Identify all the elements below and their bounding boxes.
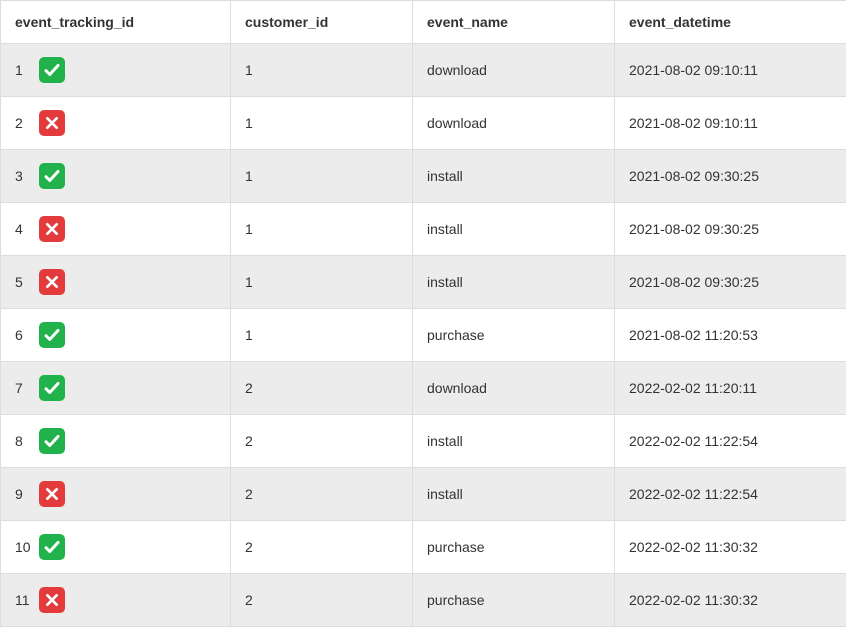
cell-event-name: install — [413, 468, 615, 521]
cell-event-tracking-id: 3 — [1, 150, 231, 203]
cell-event-datetime: 2022-02-02 11:20:11 — [615, 362, 846, 415]
table-row: 6 1purchase2021-08-02 11:20:53 — [1, 309, 846, 362]
cell-event-tracking-id: 1 — [1, 44, 231, 97]
row-id: 10 — [15, 539, 33, 555]
cell-event-tracking-id: 10 — [1, 521, 231, 574]
row-id: 6 — [15, 327, 33, 343]
cell-customer-id: 2 — [231, 521, 413, 574]
cell-event-datetime: 2021-08-02 09:30:25 — [615, 203, 846, 256]
cell-event-tracking-id: 11 — [1, 574, 231, 627]
cell-event-tracking-id: 5 — [1, 256, 231, 309]
cell-event-datetime: 2022-02-02 11:30:32 — [615, 521, 846, 574]
check-icon — [39, 322, 65, 348]
cell-event-tracking-id: 9 — [1, 468, 231, 521]
table-header-row: event_tracking_id customer_id event_name… — [1, 1, 846, 44]
cell-event-datetime: 2022-02-02 11:22:54 — [615, 415, 846, 468]
cross-icon — [39, 587, 65, 613]
cell-customer-id: 1 — [231, 203, 413, 256]
col-header-event-datetime: event_datetime — [615, 1, 846, 44]
cell-event-name: install — [413, 415, 615, 468]
cell-event-name: purchase — [413, 309, 615, 362]
row-id: 3 — [15, 168, 33, 184]
row-id: 2 — [15, 115, 33, 131]
table-row: 9 2install2022-02-02 11:22:54 — [1, 468, 846, 521]
cell-event-name: download — [413, 362, 615, 415]
table-row: 3 1install2021-08-02 09:30:25 — [1, 150, 846, 203]
cell-event-tracking-id: 6 — [1, 309, 231, 362]
cell-event-tracking-id: 4 — [1, 203, 231, 256]
cell-event-name: install — [413, 203, 615, 256]
cell-event-datetime: 2021-08-02 09:30:25 — [615, 256, 846, 309]
cross-icon — [39, 481, 65, 507]
cell-event-datetime: 2021-08-02 11:20:53 — [615, 309, 846, 362]
table-row: 11 2purchase2022-02-02 11:30:32 — [1, 574, 846, 627]
row-id: 11 — [15, 592, 33, 608]
cell-customer-id: 1 — [231, 309, 413, 362]
row-id: 7 — [15, 380, 33, 396]
cell-event-datetime: 2021-08-02 09:30:25 — [615, 150, 846, 203]
cell-customer-id: 2 — [231, 468, 413, 521]
table-row: 4 1install2021-08-02 09:30:25 — [1, 203, 846, 256]
table-row: 8 2install2022-02-02 11:22:54 — [1, 415, 846, 468]
table-row: 5 1install2021-08-02 09:30:25 — [1, 256, 846, 309]
table-row: 2 1download2021-08-02 09:10:11 — [1, 97, 846, 150]
row-id: 1 — [15, 62, 33, 78]
cell-event-name: purchase — [413, 574, 615, 627]
cell-event-name: install — [413, 150, 615, 203]
events-table: event_tracking_id customer_id event_name… — [0, 0, 846, 627]
cell-customer-id: 1 — [231, 97, 413, 150]
cell-event-name: download — [413, 97, 615, 150]
cell-event-tracking-id: 7 — [1, 362, 231, 415]
cell-event-name: download — [413, 44, 615, 97]
cell-event-name: purchase — [413, 521, 615, 574]
cell-customer-id: 1 — [231, 256, 413, 309]
col-header-event-tracking-id: event_tracking_id — [1, 1, 231, 44]
cell-customer-id: 1 — [231, 150, 413, 203]
cell-event-datetime: 2021-08-02 09:10:11 — [615, 44, 846, 97]
row-id: 8 — [15, 433, 33, 449]
cell-event-datetime: 2021-08-02 09:10:11 — [615, 97, 846, 150]
cell-event-datetime: 2022-02-02 11:30:32 — [615, 574, 846, 627]
check-icon — [39, 57, 65, 83]
cell-event-tracking-id: 8 — [1, 415, 231, 468]
cross-icon — [39, 216, 65, 242]
cross-icon — [39, 110, 65, 136]
row-id: 4 — [15, 221, 33, 237]
col-header-customer-id: customer_id — [231, 1, 413, 44]
check-icon — [39, 163, 65, 189]
col-header-event-name: event_name — [413, 1, 615, 44]
cell-customer-id: 1 — [231, 44, 413, 97]
row-id: 9 — [15, 486, 33, 502]
cell-customer-id: 2 — [231, 362, 413, 415]
table-row: 11download2021-08-02 09:10:11 — [1, 44, 846, 97]
cell-customer-id: 2 — [231, 415, 413, 468]
cross-icon — [39, 269, 65, 295]
check-icon — [39, 375, 65, 401]
table-row: 10 2purchase2022-02-02 11:30:32 — [1, 521, 846, 574]
table-row: 7 2download2022-02-02 11:20:11 — [1, 362, 846, 415]
cell-event-name: install — [413, 256, 615, 309]
check-icon — [39, 534, 65, 560]
cell-event-datetime: 2022-02-02 11:22:54 — [615, 468, 846, 521]
row-id: 5 — [15, 274, 33, 290]
check-icon — [39, 428, 65, 454]
cell-event-tracking-id: 2 — [1, 97, 231, 150]
cell-customer-id: 2 — [231, 574, 413, 627]
